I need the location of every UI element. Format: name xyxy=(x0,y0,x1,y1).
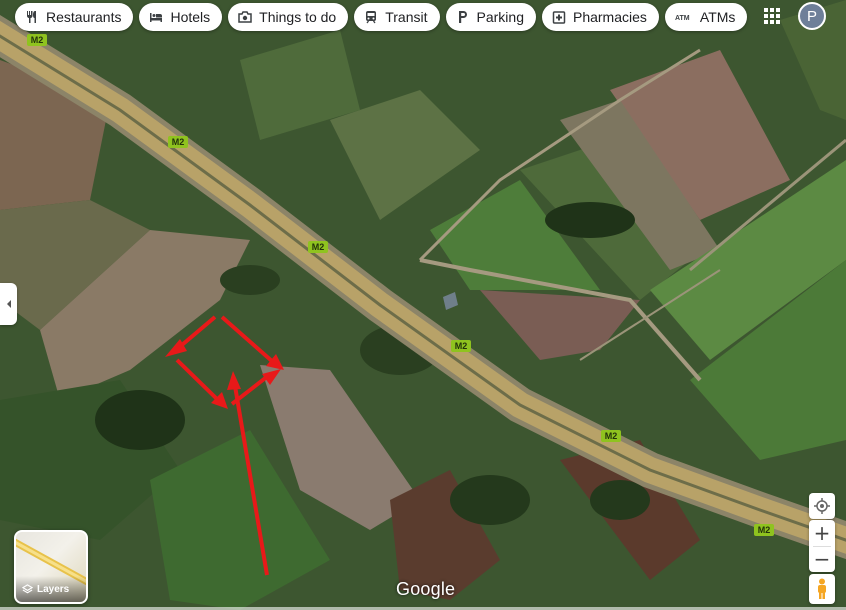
road-shield: M2 xyxy=(168,136,188,148)
train-icon xyxy=(364,10,378,24)
my-location-button[interactable] xyxy=(809,493,835,519)
chip-things-to-do[interactable]: Things to do xyxy=(228,3,349,31)
collapse-panel-button[interactable] xyxy=(0,283,17,325)
chip-label: Restaurants xyxy=(46,9,122,25)
road-shield: M2 xyxy=(308,241,328,253)
road-shield: M2 xyxy=(601,430,621,442)
zoom-out-button[interactable]: − xyxy=(809,546,835,572)
chip-label: Parking xyxy=(476,9,524,25)
zoom-controls: + − xyxy=(809,520,835,572)
parking-icon xyxy=(456,10,470,24)
chip-transit[interactable]: Transit xyxy=(354,3,440,31)
camera-icon xyxy=(238,10,252,24)
road-shield: M2 xyxy=(27,34,47,46)
account-avatar[interactable]: P xyxy=(798,2,826,30)
pegman-button[interactable] xyxy=(809,574,835,604)
satellite-map[interactable]: M2 M2 M2 M2 M2 M2 xyxy=(0,0,846,610)
chip-label: Things to do xyxy=(259,9,337,25)
svg-text:M2: M2 xyxy=(605,431,618,441)
chevron-left-icon xyxy=(6,300,11,308)
road-shield: M2 xyxy=(451,340,471,352)
svg-text:ATM: ATM xyxy=(675,15,690,22)
layers-icon xyxy=(22,583,33,593)
chip-pharmacies[interactable]: Pharmacies xyxy=(541,3,659,31)
apps-grid-icon[interactable] xyxy=(762,6,782,26)
atm-icon: ATM xyxy=(675,10,693,24)
svg-text:M2: M2 xyxy=(172,137,185,147)
google-logo: Google xyxy=(396,579,456,599)
fork-knife-icon xyxy=(25,10,39,24)
pharmacy-icon xyxy=(552,10,566,24)
bed-icon xyxy=(149,10,163,24)
layers-label: Layers xyxy=(37,583,70,595)
chip-hotels[interactable]: Hotels xyxy=(139,3,223,31)
chip-restaurants[interactable]: Restaurants xyxy=(15,3,134,31)
svg-text:M2: M2 xyxy=(455,341,468,351)
svg-text:M2: M2 xyxy=(31,35,44,45)
zoom-in-button[interactable]: + xyxy=(809,520,835,546)
road-shield: M2 xyxy=(754,524,774,536)
chip-label: Hotels xyxy=(170,9,211,25)
chip-label: Pharmacies xyxy=(572,9,647,25)
layers-button[interactable]: Layers xyxy=(14,530,88,604)
pegman-icon xyxy=(818,578,826,599)
chip-parking[interactable]: Parking xyxy=(445,3,536,31)
my-location-icon xyxy=(814,498,830,514)
svg-text:M2: M2 xyxy=(312,242,325,252)
chip-atms[interactable]: ATM ATMs xyxy=(664,3,748,31)
chip-label: ATMs xyxy=(699,9,736,25)
chip-label: Transit xyxy=(385,9,428,25)
category-chips: Restaurants Hotels Things to do Transit … xyxy=(15,3,748,31)
svg-text:M2: M2 xyxy=(758,525,771,535)
